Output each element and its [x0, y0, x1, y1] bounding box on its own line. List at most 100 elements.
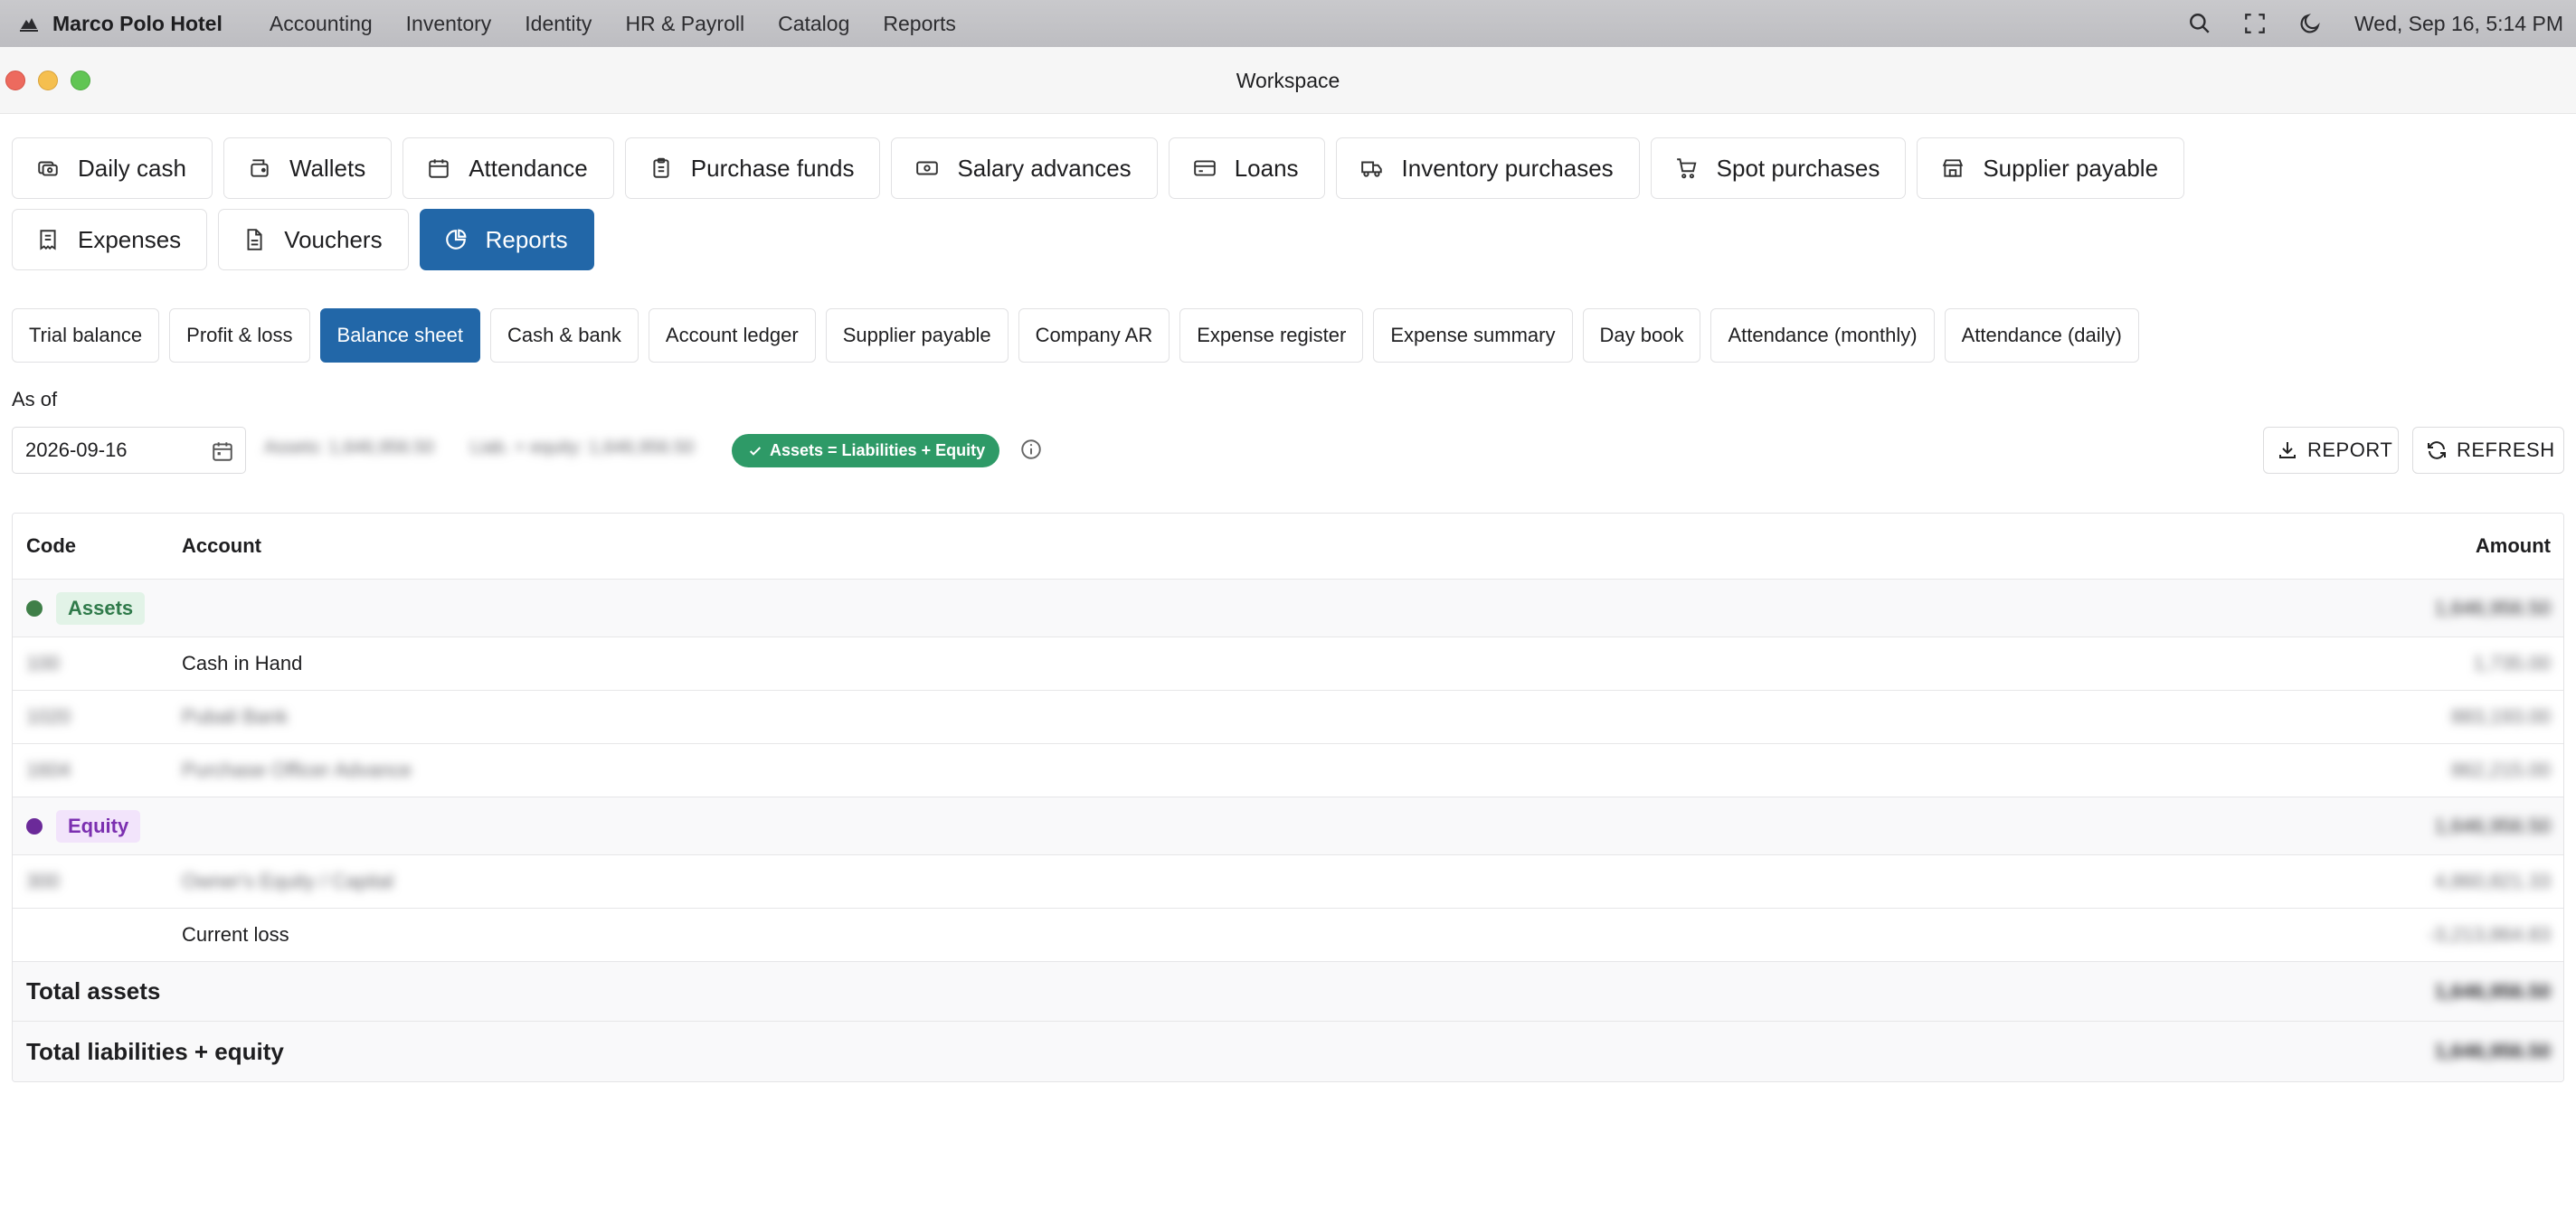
tab-label: Expenses — [78, 225, 182, 253]
menu-accounting[interactable]: Accounting — [270, 12, 373, 36]
banknote-icon — [915, 156, 939, 180]
menu-inventory[interactable]: Inventory — [406, 12, 492, 36]
dark-mode-icon[interactable] — [2297, 10, 2324, 37]
total-assets-row: Total assets 1,646,956.50 — [13, 962, 2563, 1022]
row-account: Owner's Equity / Capital — [182, 870, 394, 892]
subtab-account-ledger[interactable]: Account ledger — [648, 308, 816, 363]
row-code: 300 — [26, 870, 60, 892]
table-row[interactable]: 1604 Purchase Officer Advance 862,215.00 — [13, 744, 2563, 797]
check-icon — [748, 444, 762, 458]
tab-label: Wallets — [289, 154, 366, 182]
row-code: 1020 — [26, 705, 71, 728]
refresh-button[interactable]: REFRESH — [2412, 427, 2564, 474]
as-of-date-input[interactable]: 2026-09-16 — [12, 427, 246, 474]
wallet-icon — [248, 156, 271, 180]
assets-group-total: 1,646,956.50 — [2434, 596, 2551, 619]
tab-label: Purchase funds — [690, 154, 855, 182]
total-label: Total assets — [26, 977, 161, 1004]
clipboard-icon — [649, 156, 673, 180]
equity-group-total: 1,646,956.50 — [2434, 814, 2551, 837]
document-icon — [242, 228, 266, 251]
group-row-assets: Assets 1,646,956.50 — [13, 580, 2563, 637]
row-amount: 862,215.00 — [2450, 759, 2551, 781]
tab-salary-advances[interactable]: Salary advances — [891, 137, 1158, 199]
window-title: Workspace — [1236, 69, 1340, 92]
menu-identity[interactable]: Identity — [525, 12, 592, 36]
table-row[interactable]: 100 Cash in Hand 1,735.00 — [13, 637, 2563, 691]
calendar-icon[interactable] — [211, 439, 234, 463]
table-header: Code Account Amount — [13, 514, 2563, 580]
app-logo-icon — [16, 11, 42, 36]
table-row[interactable]: 300 Owner's Equity / Capital 4,860,821.3… — [13, 855, 2563, 909]
date-value: 2026-09-16 — [25, 439, 128, 461]
tab-label: Vouchers — [284, 225, 383, 253]
subtab-attendance-monthly[interactable]: Attendance (monthly) — [1710, 308, 1935, 363]
tab-purchase-funds[interactable]: Purchase funds — [624, 137, 881, 199]
tab-attendance[interactable]: Attendance — [402, 137, 614, 199]
row-amount: 4,860,821.33 — [2434, 870, 2551, 892]
download-icon — [2277, 439, 2298, 461]
tab-vouchers[interactable]: Vouchers — [218, 209, 409, 270]
tab-reports[interactable]: Reports — [419, 209, 594, 270]
tab-label: Reports — [485, 225, 568, 253]
header-account: Account — [182, 534, 261, 557]
tab-loans[interactable]: Loans — [1168, 137, 1325, 199]
subtab-cash-bank[interactable]: Cash & bank — [489, 308, 639, 363]
receipt-icon — [36, 228, 60, 251]
refresh-button-label: REFRESH — [2457, 439, 2555, 461]
menu-hr-payroll[interactable]: HR & Payroll — [625, 12, 744, 36]
total-label: Total liabilities + equity — [26, 1037, 284, 1065]
tab-label: Loans — [1234, 154, 1299, 182]
row-account: Pubali Bank — [182, 705, 289, 728]
row-account: Current loss — [182, 923, 289, 946]
table-row[interactable]: Current loss -3,213,864.83 — [13, 909, 2563, 962]
subtab-supplier-payable[interactable]: Supplier payable — [825, 308, 1009, 363]
subtab-day-book[interactable]: Day book — [1582, 308, 1701, 363]
table-row[interactable]: 1020 Pubali Bank 883,193.00 — [13, 691, 2563, 744]
row-code: 1604 — [26, 759, 71, 781]
menu-reports[interactable]: Reports — [883, 12, 956, 36]
assets-summary: Assets: 1,646,956.50 — [264, 438, 434, 457]
tab-label: Attendance — [469, 154, 588, 182]
tab-label: Supplier payable — [1983, 154, 2159, 182]
info-icon[interactable] — [1019, 438, 1043, 461]
primary-tabs: Daily cash Wallets Attendance Purchase f… — [12, 137, 2396, 280]
tab-daily-cash[interactable]: Daily cash — [12, 137, 213, 199]
tab-label: Spot purchases — [1716, 154, 1880, 182]
truck-icon — [1360, 156, 1384, 180]
refresh-icon — [2426, 439, 2448, 461]
subtab-expense-register[interactable]: Expense register — [1179, 308, 1364, 363]
tab-supplier-payable[interactable]: Supplier payable — [1917, 137, 2185, 199]
subtab-trial-balance[interactable]: Trial balance — [12, 308, 160, 363]
total-amount: 1,646,956.50 — [2434, 1040, 2551, 1062]
clock: Wed, Sep 16, 5:14 PM — [2354, 11, 2563, 35]
tab-label: Salary advances — [957, 154, 1132, 182]
fullscreen-icon[interactable] — [2241, 10, 2268, 37]
row-amount: 1,735.00 — [2473, 652, 2551, 674]
tab-spot-purchases[interactable]: Spot purchases — [1650, 137, 1907, 199]
subtab-expense-summary[interactable]: Expense summary — [1373, 308, 1573, 363]
report-button[interactable]: REPORT — [2263, 427, 2399, 474]
badge-label: Assets = Liabilities + Equity — [770, 441, 986, 459]
store-icon — [1941, 156, 1965, 180]
report-button-label: REPORT — [2307, 439, 2393, 461]
subtab-attendance-daily[interactable]: Attendance (daily) — [1944, 308, 2139, 363]
menu-catalog[interactable]: Catalog — [778, 12, 849, 36]
row-amount: -3,213,864.83 — [2428, 923, 2551, 946]
app-name[interactable]: Marco Polo Hotel — [52, 12, 223, 36]
assets-dot — [26, 599, 43, 617]
tab-expenses[interactable]: Expenses — [12, 209, 208, 270]
as-of-label: As of — [12, 388, 58, 410]
report-subtabs: Trial balance Profit & loss Balance shee… — [12, 308, 2149, 363]
tab-wallets[interactable]: Wallets — [223, 137, 393, 199]
credit-card-icon — [1193, 156, 1217, 180]
subtab-profit-loss[interactable]: Profit & loss — [169, 308, 310, 363]
search-icon[interactable] — [2186, 10, 2213, 37]
row-account: Purchase Officer Advance — [182, 759, 412, 781]
subtab-company-ar[interactable]: Company AR — [1018, 308, 1170, 363]
cash-register-icon — [36, 156, 60, 180]
assets-chip: Assets — [56, 591, 146, 625]
tab-inventory-purchases[interactable]: Inventory purchases — [1335, 137, 1640, 199]
pie-chart-icon — [444, 228, 468, 251]
subtab-balance-sheet[interactable]: Balance sheet — [319, 308, 480, 363]
